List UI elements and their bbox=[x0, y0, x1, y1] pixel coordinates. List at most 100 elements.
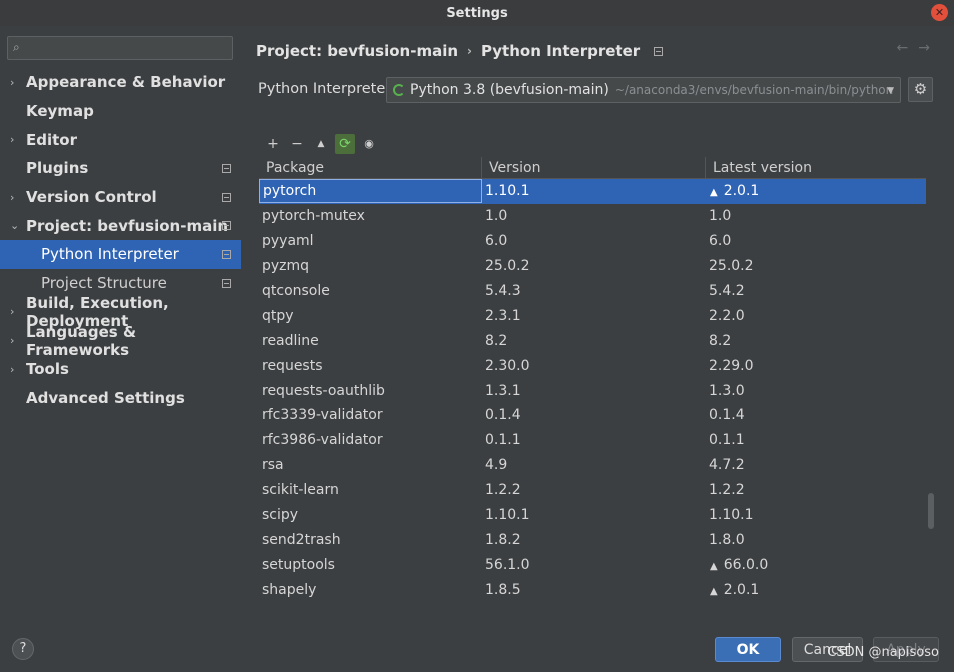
package-version-cell: 0.1.4 bbox=[485, 407, 521, 424]
sidebar-item-plugins[interactable]: Plugins bbox=[0, 154, 241, 183]
package-version-cell: 1.10.1 bbox=[485, 507, 530, 524]
table-scrollbar[interactable] bbox=[928, 159, 936, 609]
latest-version-cell: 1.2.2 bbox=[706, 482, 926, 498]
gear-icon[interactable]: ⚙ bbox=[908, 77, 933, 102]
sidebar-item-tools[interactable]: › Tools bbox=[0, 355, 241, 384]
remove-package-button[interactable]: − bbox=[285, 134, 309, 154]
table-row[interactable]: shapely 1.8.5 ▲ 2.0.1 bbox=[259, 577, 926, 602]
chevron-right-icon[interactable]: › bbox=[10, 76, 14, 89]
package-name-cell: pytorch bbox=[259, 179, 482, 204]
back-arrow-icon[interactable]: ← bbox=[897, 40, 919, 56]
package-toolbar: + − ▲ ⟳ ◉ bbox=[261, 134, 381, 154]
table-row[interactable]: requests-oauthlib 1.3.1 1.3.0 bbox=[259, 378, 926, 403]
close-icon[interactable]: ✕ bbox=[931, 4, 948, 21]
dropdown-caret-icon[interactable]: ▼ bbox=[887, 86, 894, 96]
table-row[interactable]: send2trash 1.8.2 1.8.0 bbox=[259, 527, 926, 552]
table-row[interactable]: scikit-learn 1.2.2 1.2.2 bbox=[259, 478, 926, 503]
chevron-down-icon[interactable]: ⌄ bbox=[10, 219, 19, 232]
sidebar-item-languages-frameworks[interactable]: › Languages & Frameworks bbox=[0, 323, 241, 359]
table-row[interactable]: rsa 4.9 4.7.2 bbox=[259, 453, 926, 478]
package-name-cell: pyzmq bbox=[262, 258, 310, 275]
chevron-right-icon[interactable]: › bbox=[10, 133, 14, 146]
sidebar-item-label: Project Structure bbox=[41, 274, 167, 293]
sidebar-item-version-control[interactable]: › Version Control bbox=[0, 183, 241, 212]
ok-button[interactable]: OK bbox=[715, 637, 781, 662]
latest-version-value: 1.0 bbox=[709, 208, 732, 225]
table-row[interactable]: qtpy 2.3.1 2.2.0 bbox=[259, 303, 926, 328]
upgrade-available-icon: ▲ bbox=[710, 560, 718, 572]
chevron-right-icon[interactable]: › bbox=[10, 363, 14, 376]
table-row[interactable]: readline 8.2 8.2 bbox=[259, 328, 926, 353]
latest-version-value: 4.7.2 bbox=[709, 457, 745, 474]
table-row[interactable]: pyzmq 25.0.2 25.0.2 bbox=[259, 254, 926, 279]
upgrade-package-button[interactable]: ▲ bbox=[309, 134, 333, 154]
column-header-version[interactable]: Version bbox=[482, 157, 706, 178]
latest-version-value: 2.0.1 bbox=[723, 183, 760, 200]
sidebar-nav: › Appearance & Behavior Keymap › Editor … bbox=[0, 68, 241, 412]
table-row[interactable]: requests 2.30.0 2.29.0 bbox=[259, 353, 926, 378]
breadcrumb-project[interactable]: Project: bevfusion-main bbox=[256, 42, 458, 60]
table-row[interactable]: rfc3986-validator 0.1.1 0.1.1 bbox=[259, 428, 926, 453]
interpreter-select[interactable]: Python 3.8 (bevfusion-main) ~/anaconda3/… bbox=[386, 77, 901, 103]
project-scope-icon bbox=[222, 221, 231, 231]
refresh-icon[interactable]: ⟳ bbox=[335, 134, 355, 154]
forward-arrow-icon[interactable]: → bbox=[918, 40, 940, 56]
help-button[interactable]: ? bbox=[12, 638, 34, 660]
sidebar-item-python-interpreter[interactable]: Python Interpreter bbox=[0, 240, 241, 269]
package-name-cell: rfc3986-validator bbox=[262, 432, 383, 449]
show-early-releases-icon[interactable]: ◉ bbox=[357, 134, 381, 154]
latest-version-cell: 25.0.2 bbox=[706, 258, 926, 274]
latest-version-cell: 2.2.0 bbox=[706, 308, 926, 324]
interpreter-path: ~/anaconda3/envs/bevfusion-main/bin/pyth… bbox=[614, 83, 894, 97]
package-version-cell: 5.4.3 bbox=[485, 283, 521, 299]
scrollbar-thumb[interactable] bbox=[928, 493, 934, 529]
table-row[interactable]: scipy 1.10.1 1.10.1 bbox=[259, 503, 926, 528]
package-name-cell: rsa bbox=[262, 457, 284, 474]
sidebar: ⌕ › Appearance & Behavior Keymap › Edito… bbox=[0, 26, 241, 626]
search-input[interactable]: ⌕ bbox=[7, 36, 233, 60]
package-version-cell: 1.0 bbox=[485, 208, 508, 225]
latest-version-cell: 0.1.4 bbox=[706, 407, 926, 423]
sidebar-item-label: Version Control bbox=[26, 188, 157, 207]
add-package-button[interactable]: + bbox=[261, 134, 285, 154]
package-name-cell: pytorch-mutex bbox=[262, 208, 365, 225]
project-scope-icon bbox=[654, 46, 664, 56]
table-row[interactable]: pytorch-mutex 1.0 1.0 bbox=[259, 204, 926, 229]
latest-version-value: 5.4.2 bbox=[709, 283, 745, 299]
table-row[interactable]: pyyaml 6.0 6.0 bbox=[259, 229, 926, 254]
sidebar-item-appearance-behavior[interactable]: › Appearance & Behavior bbox=[0, 68, 241, 97]
sidebar-item-advanced-settings[interactable]: Advanced Settings bbox=[0, 384, 241, 413]
latest-version-cell: 6.0 bbox=[706, 233, 926, 249]
package-name-cell: qtconsole bbox=[262, 283, 330, 299]
sidebar-item-editor[interactable]: › Editor bbox=[0, 125, 241, 154]
breadcrumb-page: Python Interpreter bbox=[481, 42, 641, 60]
table-row[interactable]: pytorch 1.10.1 ▲ 2.0.1 bbox=[259, 179, 926, 204]
sidebar-item-project[interactable]: ⌄ Project: bevfusion-main bbox=[0, 211, 241, 240]
window-title: Settings bbox=[446, 5, 508, 21]
history-nav: ←→ bbox=[897, 40, 940, 56]
column-header-latest-version[interactable]: Latest version bbox=[706, 157, 926, 178]
latest-version-cell: 4.7.2 bbox=[706, 457, 926, 473]
sidebar-item-label: Plugins bbox=[26, 159, 89, 178]
package-name-cell: qtpy bbox=[262, 307, 294, 324]
interpreter-label: Python Interpreter: bbox=[258, 81, 396, 97]
project-scope-icon bbox=[222, 192, 231, 202]
table-row[interactable]: setuptools 56.1.0 ▲ 66.0.0 bbox=[259, 552, 926, 577]
chevron-right-icon[interactable]: › bbox=[10, 334, 14, 347]
column-header-package[interactable]: Package bbox=[259, 157, 482, 178]
table-row[interactable]: rfc3339-validator 0.1.4 0.1.4 bbox=[259, 403, 926, 428]
latest-version-value: 8.2 bbox=[709, 332, 732, 349]
latest-version-value: 6.0 bbox=[709, 233, 732, 250]
package-version-cell: 6.0 bbox=[485, 233, 508, 250]
table-row[interactable]: qtconsole 5.4.3 5.4.2 bbox=[259, 279, 926, 304]
latest-version-value: 1.3.0 bbox=[709, 382, 745, 399]
sidebar-item-label: Appearance & Behavior bbox=[26, 73, 226, 92]
sidebar-item-label: Advanced Settings bbox=[26, 388, 185, 407]
sidebar-item-label: Python Interpreter bbox=[41, 245, 179, 264]
sidebar-item-keymap[interactable]: Keymap bbox=[0, 97, 241, 126]
chevron-right-icon[interactable]: › bbox=[10, 305, 14, 318]
search-icon: ⌕ bbox=[13, 40, 20, 54]
chevron-right-icon[interactable]: › bbox=[10, 191, 14, 204]
project-scope-icon bbox=[222, 250, 231, 260]
package-name-cell: scipy bbox=[262, 507, 299, 524]
